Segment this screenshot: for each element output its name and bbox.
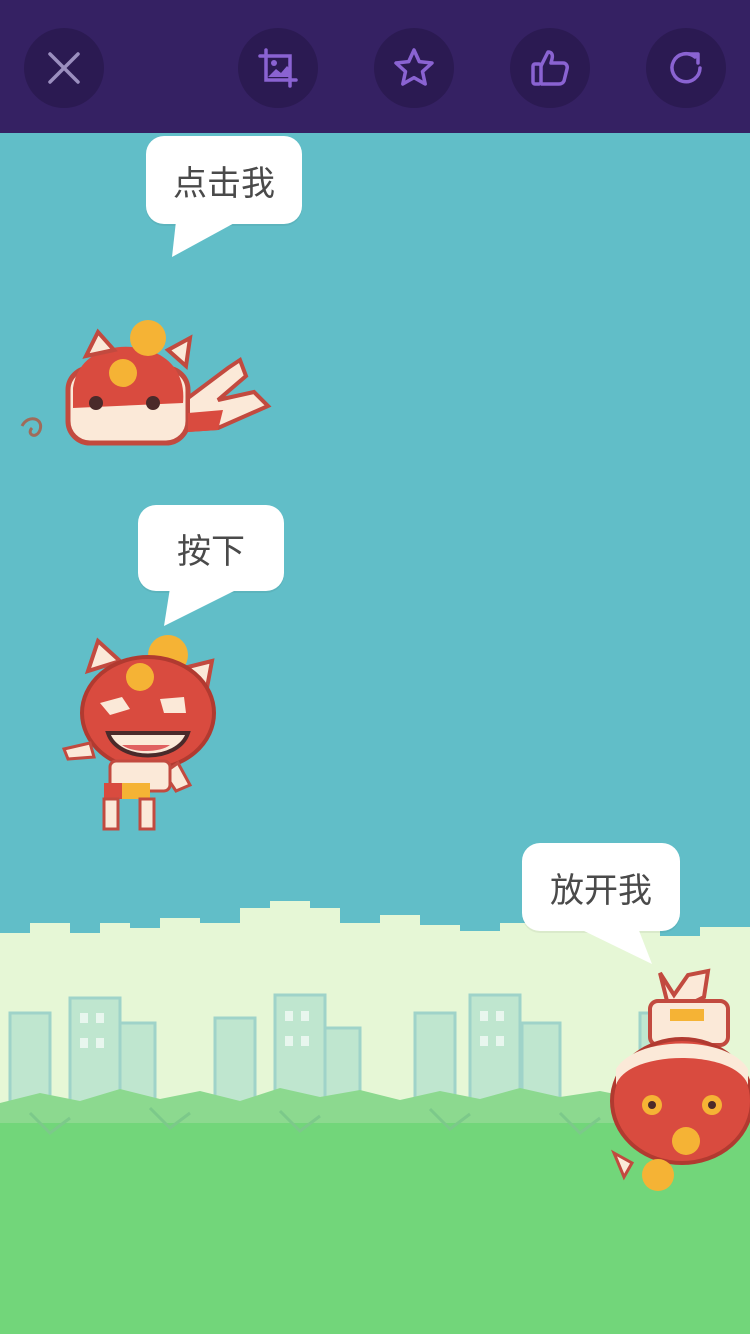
bubble-tail [172, 221, 238, 257]
bubble-text-tap: 点击我 [173, 163, 275, 204]
refresh-icon [670, 51, 702, 84]
close-icon [48, 52, 80, 84]
top-bar [0, 0, 750, 133]
speech-bubble-press: 按下 [138, 505, 284, 591]
character-falling[interactable] [608, 965, 750, 1195]
like-button[interactable] [510, 28, 590, 108]
character-flying[interactable] [18, 318, 274, 448]
image-crop-icon [258, 48, 298, 88]
favorite-button[interactable] [374, 28, 454, 108]
speech-bubble-release: 放开我 [522, 843, 680, 931]
bubble-text-release: 放开我 [550, 870, 652, 911]
game-canvas[interactable]: 点击我 按下 放开我 [0, 133, 750, 1334]
bubble-tail [164, 588, 240, 626]
thumbs-up-icon [531, 50, 569, 86]
star-icon [394, 48, 434, 86]
speech-bubble-tap: 点击我 [146, 136, 302, 224]
bubble-text-press: 按下 [177, 531, 245, 572]
screenshot-button[interactable] [238, 28, 318, 108]
bubble-tail [578, 928, 652, 964]
character-standing[interactable] [60, 633, 220, 833]
close-button[interactable] [24, 28, 104, 108]
refresh-button[interactable] [646, 28, 726, 108]
